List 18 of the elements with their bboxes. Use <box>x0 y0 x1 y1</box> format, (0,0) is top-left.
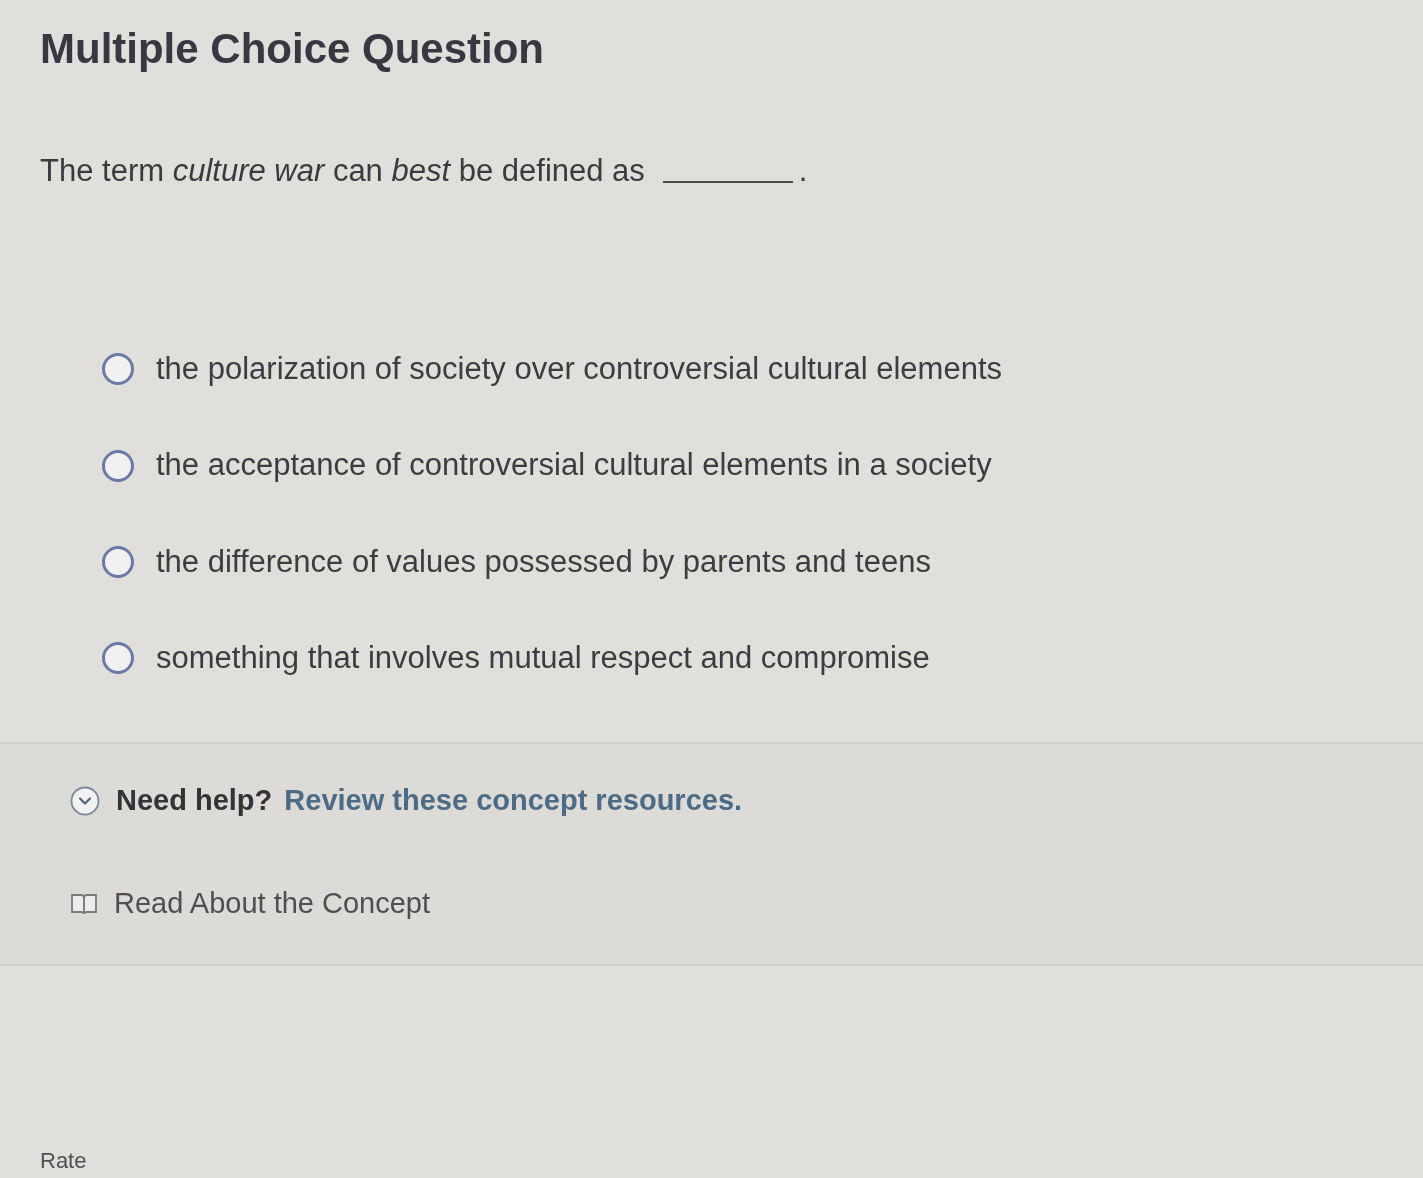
chevron-circle-icon[interactable] <box>70 785 100 816</box>
radio-button[interactable] <box>102 642 134 675</box>
option-text: the polarization of society over controversial cultural elements <box>156 350 1003 389</box>
radio-button[interactable] <box>102 449 134 482</box>
radio-button[interactable] <box>102 353 134 386</box>
book-icon <box>70 891 98 916</box>
help-heading: Need help? <box>116 784 273 818</box>
question-type-title: Multiple Choice Question <box>40 24 545 74</box>
option-text: the difference of values possessed by parents and teens <box>156 542 931 581</box>
fill-in-line[interactable] <box>662 181 793 184</box>
option-text: something that involves mutual respect and compromise <box>156 639 930 678</box>
radio-button[interactable] <box>102 545 134 578</box>
concept-resources-link[interactable]: Review these concept resources. <box>284 784 743 818</box>
question-text: The term culture war can best be defined as <box>40 152 645 191</box>
rate-label: Rate <box>40 1148 87 1173</box>
read-concept-link[interactable]: Read About the Concept <box>114 887 430 921</box>
sentence-period: . <box>798 152 808 191</box>
option-text: the acceptance of controversial cultural elements in a society <box>156 446 992 485</box>
